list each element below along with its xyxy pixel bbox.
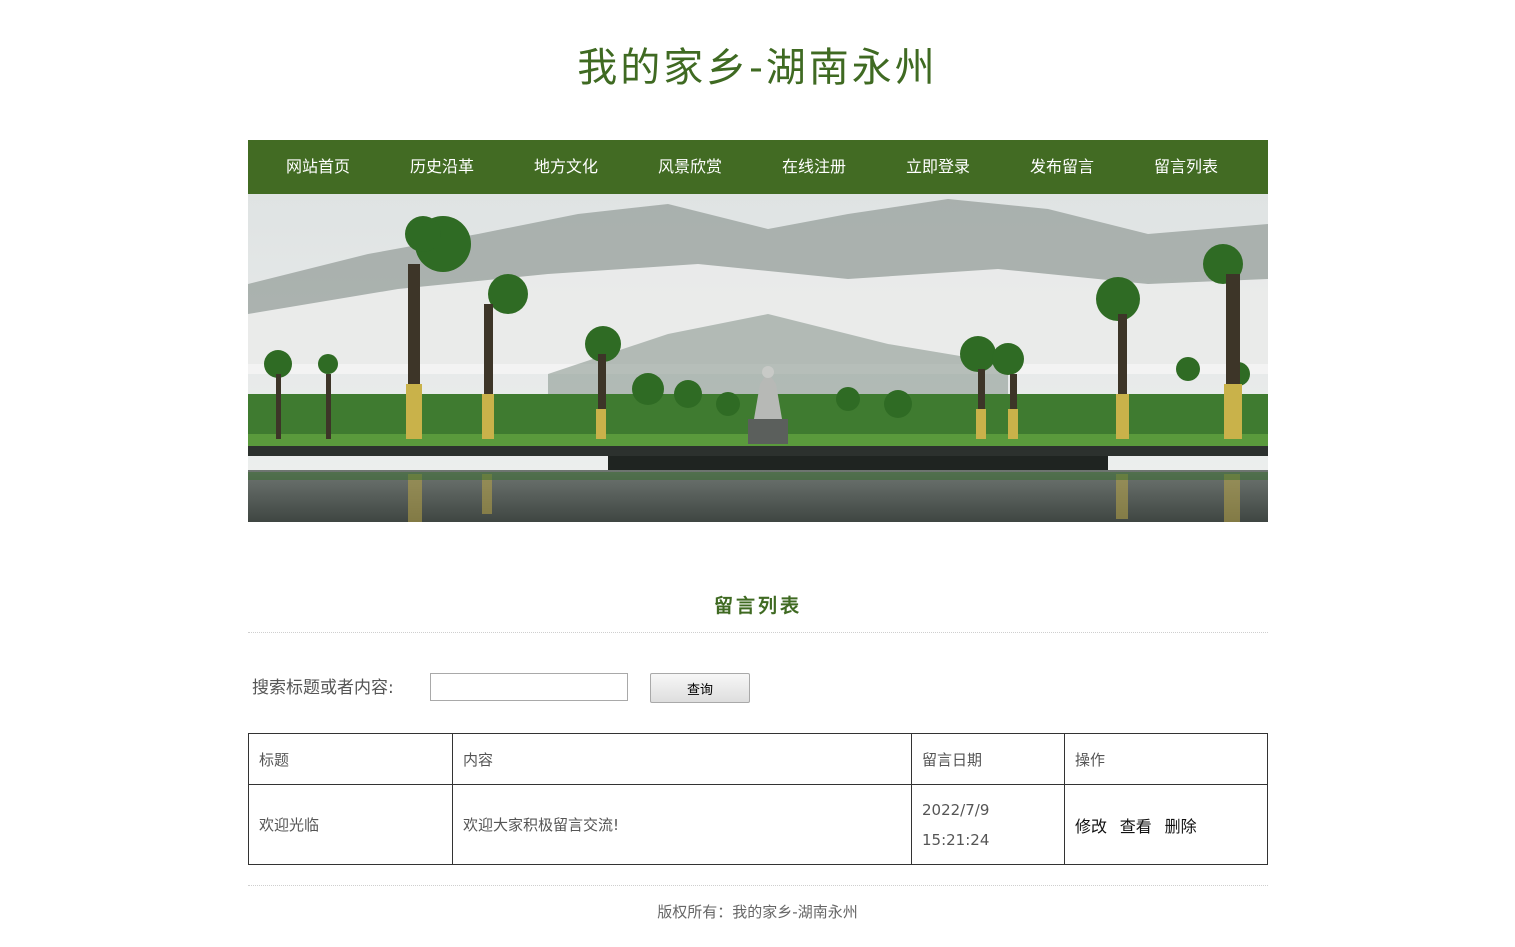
header-content: 内容 (452, 733, 912, 785)
nav-item-culture[interactable]: 地方文化 (504, 140, 628, 194)
message-date: 2022/7/9 (922, 800, 990, 819)
header-date: 留言日期 (911, 733, 1065, 785)
nav-item-register[interactable]: 在线注册 (752, 140, 876, 194)
section-divider (248, 632, 1268, 633)
nav-item-login[interactable]: 立即登录 (876, 140, 1000, 194)
nav-item-scenery[interactable]: 风景欣赏 (628, 140, 752, 194)
nav-item-message-list[interactable]: 留言列表 (1124, 140, 1248, 194)
footer-divider (248, 885, 1268, 886)
view-link[interactable]: 查看 (1120, 817, 1152, 836)
footer-copyright: 版权所有：我的家乡-湖南永州 (657, 903, 858, 921)
nav-item-history[interactable]: 历史沿革 (380, 140, 504, 194)
table-header-row: 标题 内容 留言日期 操作 (248, 733, 1268, 785)
section-title: 留言列表 (713, 595, 802, 617)
message-table: 标题 内容 留言日期 操作 欢迎光临 欢迎大家积极留言交流! 2022/7/9 … (248, 733, 1268, 865)
table-row: 欢迎光临 欢迎大家积极留言交流! 2022/7/9 15:21:24 修改 查看… (248, 784, 1268, 865)
nav-item-home[interactable]: 网站首页 (256, 140, 380, 194)
nav-item-post-message[interactable]: 发布留言 (1000, 140, 1124, 194)
site-title: 我的家乡-湖南永州 (577, 45, 938, 91)
main-nav: 网站首页 历史沿革 地方文化 风景欣赏 在线注册 立即登录 发布留言 留言列表 (248, 140, 1268, 194)
cell-content: 欢迎大家积极留言交流! (452, 784, 912, 865)
search-button[interactable]: 查询 (650, 673, 750, 703)
search-label: 搜索标题或者内容: (252, 678, 394, 698)
cell-title: 欢迎光临 (248, 784, 453, 865)
header-actions: 操作 (1064, 733, 1268, 785)
header-title: 标题 (248, 733, 453, 785)
banner-image (248, 194, 1268, 522)
cell-date: 2022/7/9 15:21:24 (911, 784, 1065, 865)
search-input[interactable] (430, 673, 628, 701)
cell-actions: 修改 查看 删除 (1064, 784, 1268, 865)
delete-link[interactable]: 删除 (1165, 817, 1197, 836)
message-time: 15:21:24 (922, 830, 990, 849)
edit-link[interactable]: 修改 (1075, 817, 1107, 836)
